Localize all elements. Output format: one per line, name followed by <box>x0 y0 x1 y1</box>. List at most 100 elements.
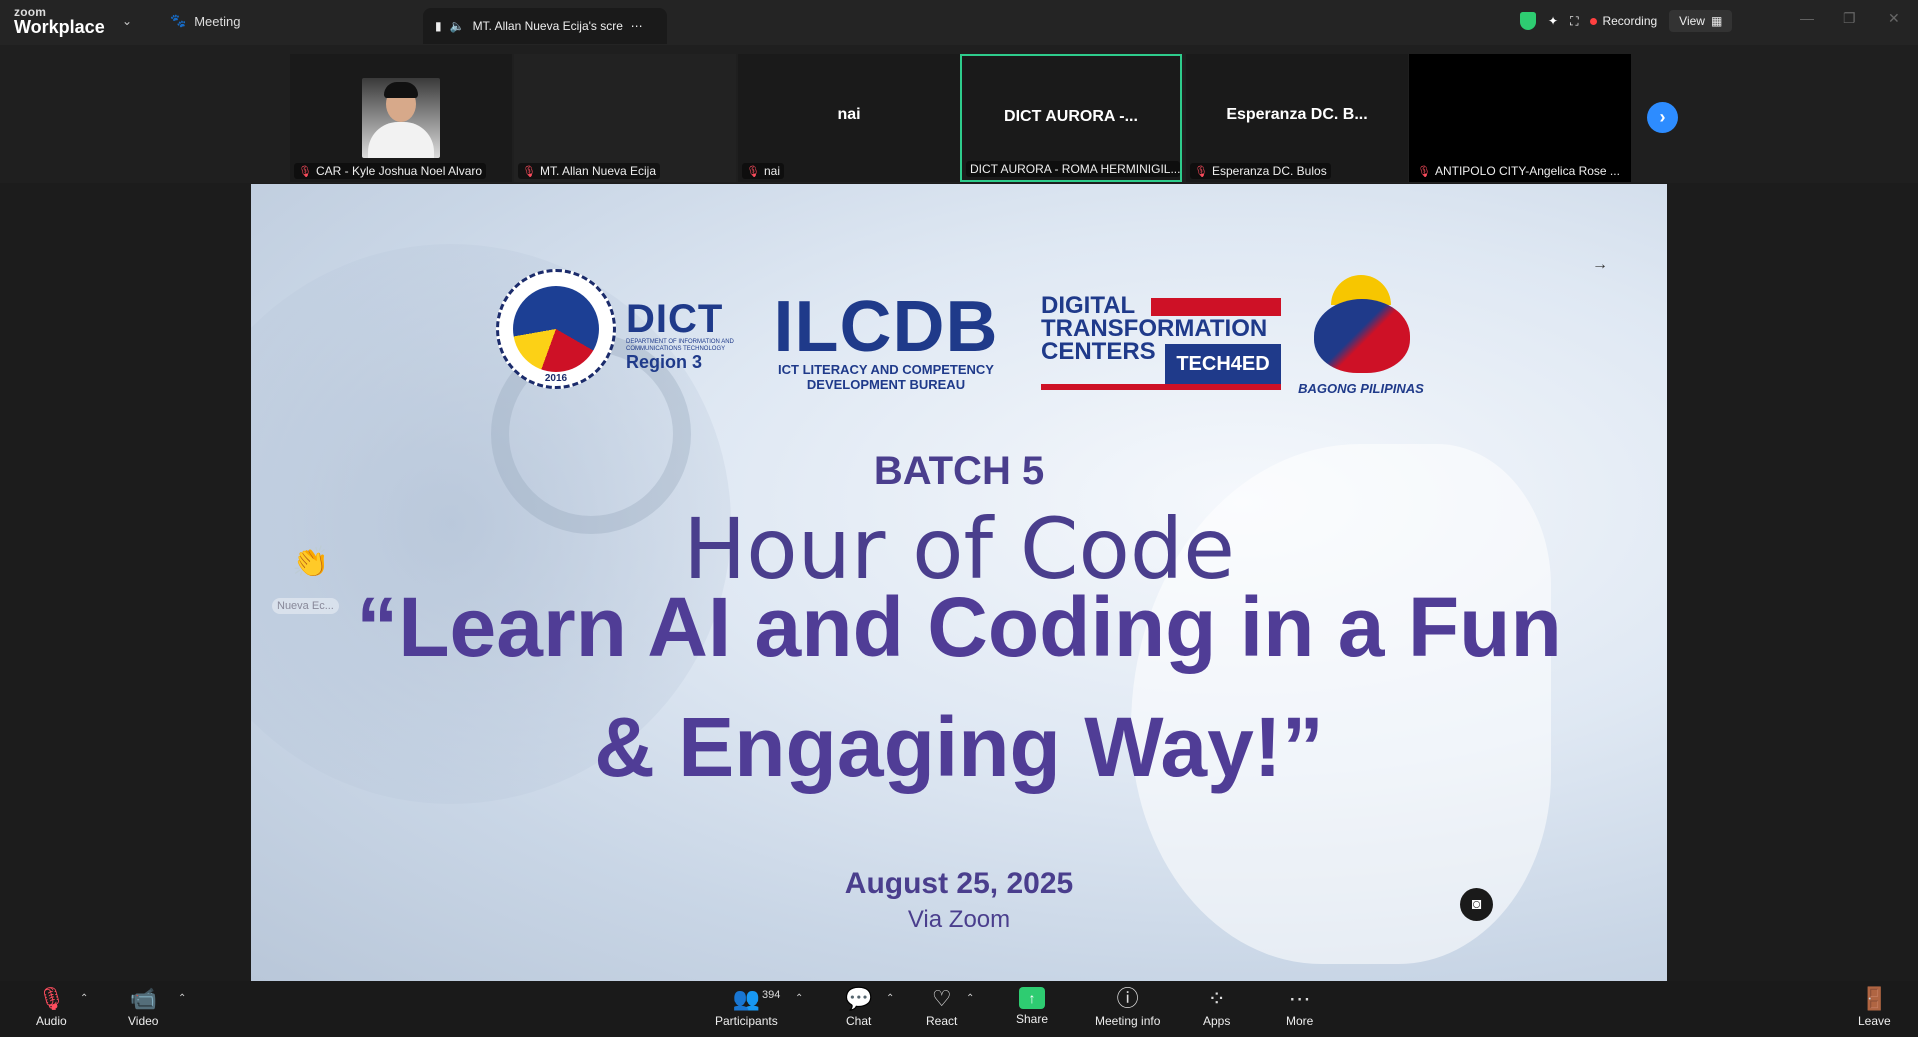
audio-button[interactable]: 🎙 Audio <box>36 986 67 1029</box>
recording-label: Recording <box>1602 14 1658 28</box>
participant-tile[interactable]: 🎙 ANTIPOLO CITY-Angelica Rose ... <box>1409 54 1631 182</box>
meeting-menu-button[interactable]: 🐾 Meeting <box>170 13 240 29</box>
zoom-logo: zoom Workplace <box>14 6 105 36</box>
restore-icon[interactable]: ❐ <box>1843 10 1856 27</box>
apps-label: Apps <box>1203 1014 1231 1028</box>
dict-logo: DICT DEPARTMENT OF INFORMATION AND COMMU… <box>626 299 746 373</box>
participant-display-name: DICT AURORA -... <box>1004 108 1138 125</box>
mic-off-icon: 🎙 <box>1417 165 1431 178</box>
event-date: August 25, 2025 <box>844 867 1074 900</box>
dict-region: Region 3 <box>626 352 703 373</box>
meeting-toolbar: 🎙 Audio ⌃ 📹 Video ⌃ 👥 Participants 394 ⌃… <box>0 981 1918 1037</box>
view-label: View <box>1679 14 1705 28</box>
seal-year: 2016 <box>544 373 568 384</box>
title-line-1: “Learn AI and Coding in a Fun <box>356 580 1562 674</box>
minimize-icon[interactable]: — <box>1800 10 1814 26</box>
more-options-icon[interactable]: ⋯ <box>631 19 643 33</box>
mic-off-icon: 🎙 <box>298 165 312 178</box>
layout-icon[interactable]: ⛶ <box>1570 14 1578 29</box>
audio-label: Audio <box>36 1014 67 1028</box>
participant-tile[interactable]: 🎙 CAR - Kyle Joshua Noel Alvaro <box>290 54 512 182</box>
recording-indicator[interactable]: Recording <box>1590 14 1657 28</box>
chevron-right-icon: › <box>1659 107 1666 127</box>
participant-tile[interactable]: 🎙 MT. Allan Nueva Ecija <box>514 54 736 182</box>
grid-icon: ▦ <box>1710 14 1723 28</box>
react-label: React <box>926 1014 958 1028</box>
chat-caret-icon[interactable]: ⌃ <box>886 993 894 1004</box>
more-icon: ⋯ <box>1288 986 1311 1011</box>
dtc-logo: DIGITAL TRANSFORMATION CENTERS TECH4ED <box>1041 293 1281 390</box>
event-venue: Via Zoom <box>907 906 1011 933</box>
mic-muted-icon: 🎙 <box>37 986 66 1011</box>
mic-off-icon: 🎙 <box>1194 165 1208 178</box>
video-label: Video <box>128 1014 159 1028</box>
meeting-info-label: Meeting info <box>1095 1014 1161 1028</box>
chevron-down-icon[interactable]: ⌄ <box>122 14 132 28</box>
ai-companion-icon[interactable]: ✦ <box>1548 14 1558 28</box>
leave-button[interactable]: 🚪 Leave <box>1858 987 1891 1029</box>
participant-name: 🎙 Esperanza DC. Bulos <box>1190 163 1331 179</box>
dict-seal-logo: 2016 <box>496 269 616 389</box>
video-options-caret-icon[interactable]: ⌃ <box>178 993 186 1004</box>
dtc-line-2: TRANSFORMATION <box>1041 315 1268 343</box>
video-off-icon: 📹 <box>129 986 157 1011</box>
participants-count: 394 <box>762 989 781 1001</box>
share-button[interactable]: ↑ Share <box>1016 987 1048 1026</box>
pointer-arrow-icon: → <box>1592 256 1608 273</box>
info-icon: ⓘ <box>1116 986 1139 1011</box>
ilcdb-subtitle: ICT LITERACY AND COMPETENCY DEVELOPMENT … <box>778 362 994 392</box>
more-button[interactable]: ⋯ More <box>1286 986 1313 1029</box>
batch-heading: BATCH 5 <box>873 449 1045 493</box>
react-button[interactable]: ♡ React <box>926 986 958 1029</box>
meeting-label: Meeting <box>194 13 241 29</box>
title-bar: zoom Workplace ⌄ 🐾 Meeting ▮ 🔈 MT. Allan… <box>0 0 1918 45</box>
participant-name: 🎙 CAR - Kyle Joshua Noel Alvaro <box>294 163 487 179</box>
speaker-icon: 🔈 <box>449 19 465 33</box>
participants-label: Participants <box>715 1014 778 1028</box>
participant-name: 🎙 nai <box>742 163 784 179</box>
share-tab[interactable]: ▮ 🔈 MT. Allan Nueva Ecija's scree ⋯ <box>423 8 667 44</box>
participant-name: DICT AURORA - ROMA HERMINIGIL... <box>966 161 1180 177</box>
meeting-info-button[interactable]: ⓘ Meeting info <box>1095 986 1161 1029</box>
share-label: Share <box>1016 1012 1049 1026</box>
security-shield-icon[interactable] <box>1520 12 1536 30</box>
clap-reaction-icon: 👏 <box>292 546 330 579</box>
dict-subtitle: DEPARTMENT OF INFORMATION AND COMMUNICAT… <box>626 339 734 353</box>
participant-tile[interactable]: nai 🎙 nai <box>738 54 960 182</box>
share-tab-label: MT. Allan Nueva Ecija's scree <box>472 19 623 33</box>
view-button[interactable]: View ▦ <box>1669 10 1733 32</box>
ilcdb-wordmark: ILCDB <box>773 287 999 367</box>
chat-button[interactable]: 💬 Chat <box>845 987 872 1029</box>
participants-caret-icon[interactable]: ⌃ <box>795 993 803 1004</box>
apps-button[interactable]: ⁘ Apps <box>1203 986 1231 1029</box>
mic-off-icon: 🎙 <box>522 165 536 178</box>
heart-icon: ♡ <box>931 986 952 1011</box>
audio-options-caret-icon[interactable]: ⌃ <box>80 993 88 1004</box>
mic-off-icon: 🎙 <box>746 165 760 178</box>
apps-icon: ⁘ <box>1207 986 1226 1011</box>
speaker-avatar-icon: ▮ <box>435 19 442 33</box>
react-caret-icon[interactable]: ⌃ <box>966 993 974 1004</box>
participants-icon: 👥 <box>732 986 761 1011</box>
dict-wordmark: DICT <box>626 297 724 341</box>
tech4ed-badge: TECH4ED <box>1165 344 1281 384</box>
participant-name: 🎙 ANTIPOLO CITY-Angelica Rose ... <box>1413 163 1624 179</box>
participant-tile-active-speaker[interactable]: DICT AURORA -... DICT AURORA - ROMA HERM… <box>960 54 1182 182</box>
participant-display-name: nai <box>837 106 861 123</box>
assistant-bubble-icon[interactable]: ◙ <box>1460 888 1493 921</box>
meeting-status: ✦ ⛶ Recording View ▦ <box>1520 8 1733 34</box>
chat-label: Chat <box>846 1014 872 1028</box>
brand-bottom: Workplace <box>14 17 105 37</box>
zoom-window: zoom Workplace ⌄ 🐾 Meeting ▮ 🔈 MT. Allan… <box>0 0 1918 1037</box>
participant-photo <box>362 78 440 158</box>
participant-name: 🎙 MT. Allan Nueva Ecija <box>518 163 661 179</box>
ilcdb-logo: ILCDB ICT LITERACY AND COMPETENCY DEVELO… <box>761 291 1011 393</box>
bagong-pilipinas-text: BAGONG PILIPINAS <box>1298 381 1424 396</box>
paw-icon: 🐾 <box>170 13 187 28</box>
participant-tile[interactable]: Esperanza DC. B... 🎙 Esperanza DC. Bulos <box>1186 54 1408 182</box>
close-icon[interactable]: ✕ <box>1888 10 1900 27</box>
bagong-pilipinas-logo: BAGONG PILIPINAS <box>1296 269 1426 399</box>
gallery-next-button[interactable]: › <box>1647 102 1678 133</box>
video-button[interactable]: 📹 Video <box>128 986 159 1029</box>
participant-display-name: Esperanza DC. B... <box>1226 106 1368 123</box>
